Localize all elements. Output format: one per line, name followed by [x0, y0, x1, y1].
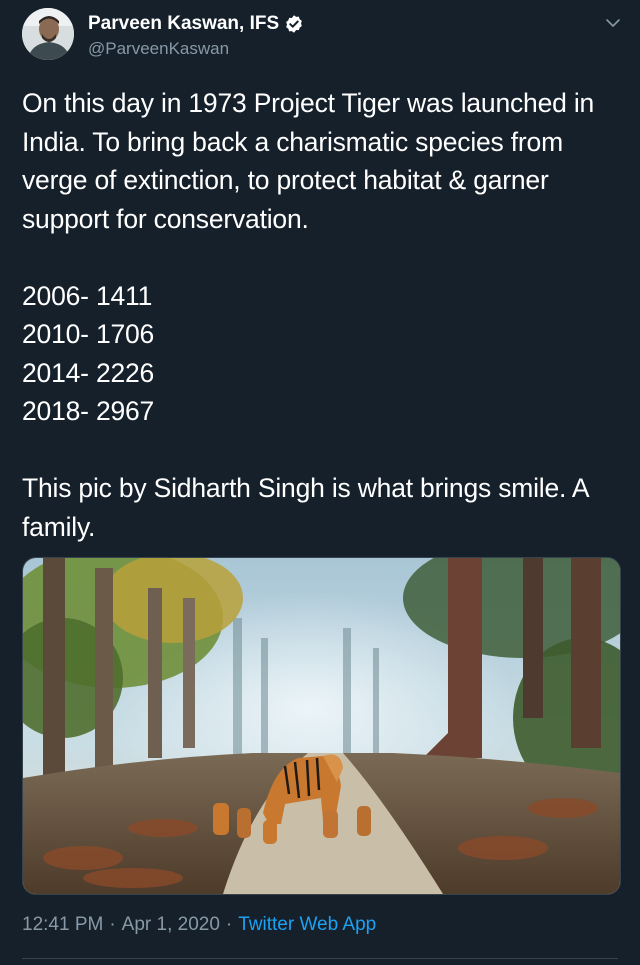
avatar[interactable]	[22, 8, 74, 60]
divider	[22, 958, 618, 959]
tweet-source-link[interactable]: Twitter Web App	[238, 914, 376, 936]
tweet-metadata: 12:41 PM · Apr 1, 2020 · Twitter Web App	[22, 914, 376, 936]
author-handle[interactable]: @ParveenKaswan	[88, 38, 304, 60]
stat-line: 2014- 2226	[22, 357, 155, 388]
tweet-header: Parveen Kaswan, IFS @ParveenKaswan	[22, 8, 626, 64]
tweet-time[interactable]: 12:41 PM	[22, 914, 103, 936]
tweet-text: On this day in 1973 Project Tiger was la…	[22, 84, 622, 546]
tweet-paragraph: On this day in 1973 Project Tiger was la…	[22, 88, 595, 234]
chevron-down-icon[interactable]	[604, 14, 622, 32]
verified-badge-icon	[286, 15, 302, 33]
separator: ·	[109, 914, 116, 935]
tweet-photo[interactable]	[22, 557, 621, 895]
author-display-name[interactable]: Parveen Kaswan, IFS	[88, 12, 279, 36]
tweet-date[interactable]: Apr 1, 2020	[122, 914, 220, 936]
stat-line: 2018- 2967	[22, 396, 155, 426]
stat-line: 2006- 1411	[22, 280, 153, 311]
tweet-paragraph: This pic by Sidharth Singh is what bring…	[22, 473, 588, 542]
stat-line: 2010- 1706	[22, 319, 155, 349]
separator: ·	[225, 914, 233, 935]
